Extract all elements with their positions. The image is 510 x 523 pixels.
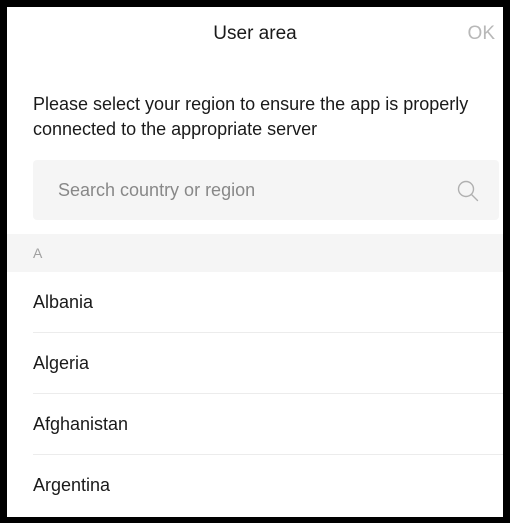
country-label: Afghanistan xyxy=(33,414,129,434)
region-selection-screen: User area OK Please select your region t… xyxy=(7,7,503,517)
page-title: User area xyxy=(213,23,297,44)
list-item[interactable]: Algeria xyxy=(7,333,503,394)
header: User area OK xyxy=(7,7,503,61)
search-input[interactable] xyxy=(33,160,433,220)
section-header: A xyxy=(7,234,503,272)
list-item[interactable]: Albania xyxy=(7,272,503,333)
search-icon[interactable] xyxy=(457,180,479,202)
country-label: Albania xyxy=(33,292,94,312)
country-label: Argentina xyxy=(33,475,111,495)
section-letter: A xyxy=(33,245,43,261)
country-label: Algeria xyxy=(33,353,90,373)
list-item[interactable]: Afghanistan xyxy=(7,394,503,455)
region-description: Please select your region to ensure the … xyxy=(33,94,469,139)
search-box[interactable] xyxy=(33,160,499,220)
list-item[interactable]: Argentina xyxy=(7,455,503,516)
ok-button[interactable]: OK xyxy=(468,7,495,61)
country-list: Albania Algeria Afghanistan Argentina xyxy=(7,272,503,516)
